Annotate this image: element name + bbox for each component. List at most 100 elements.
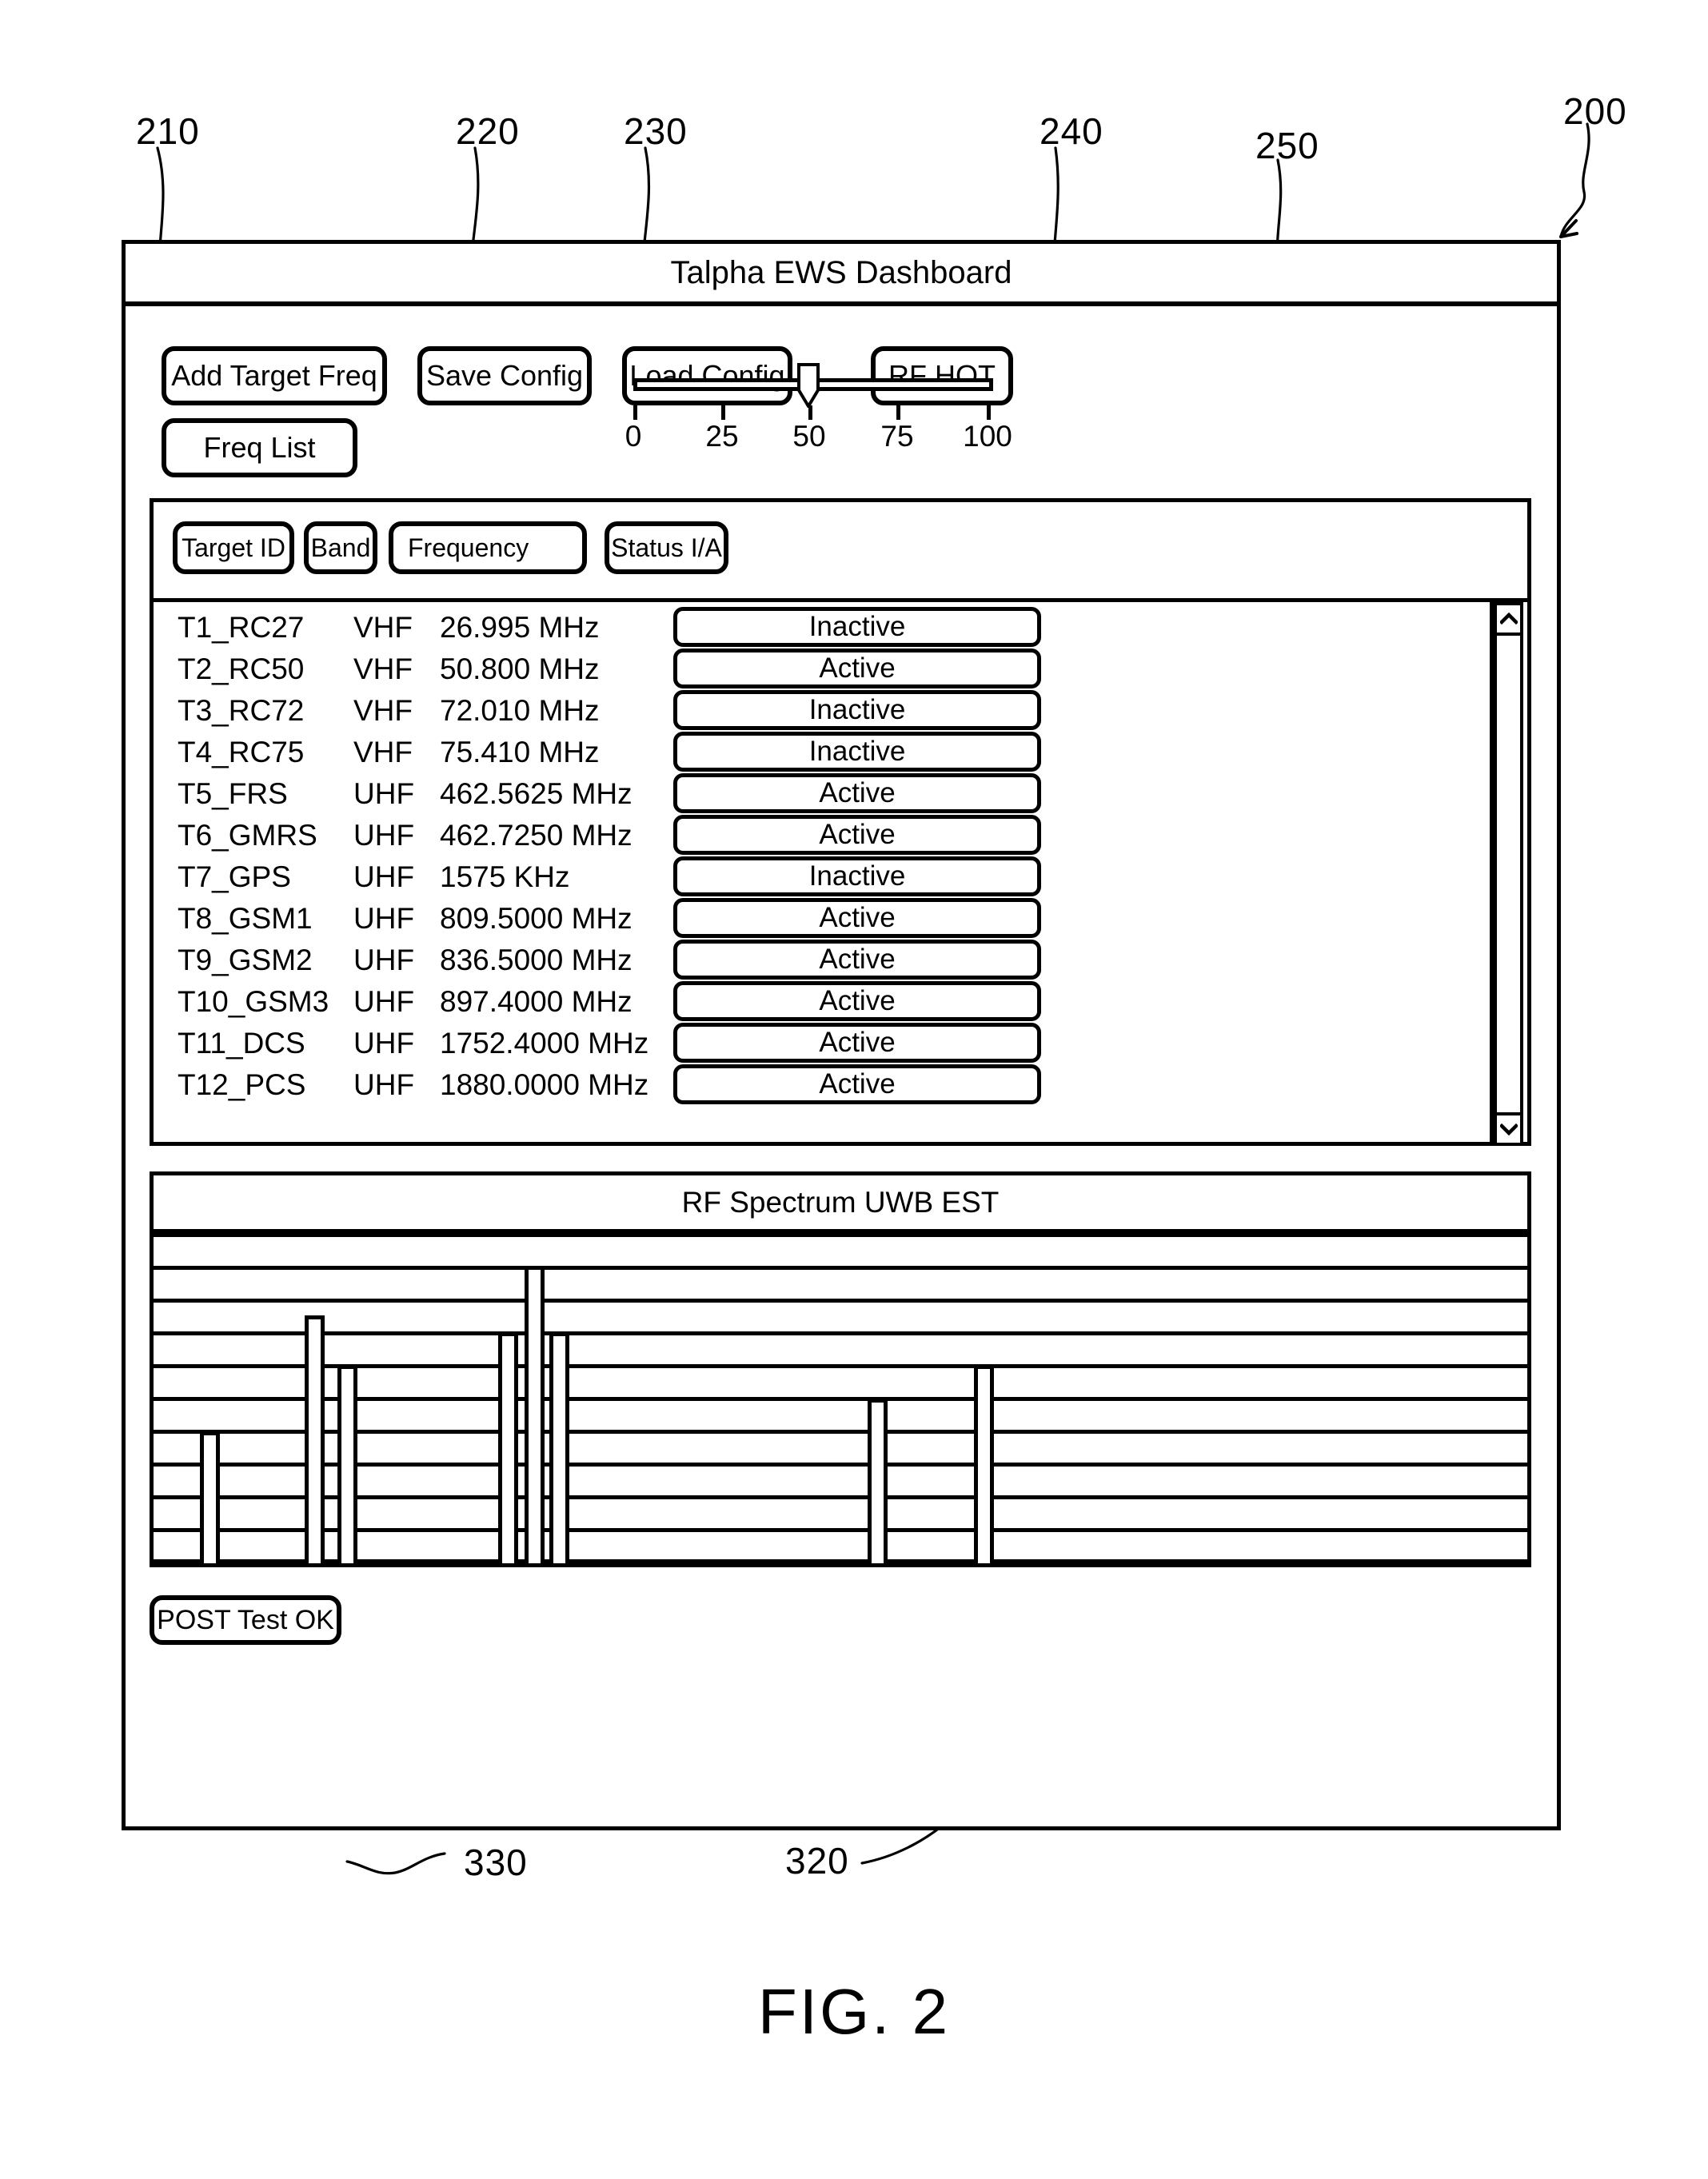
- status-toggle-button[interactable]: Inactive: [673, 690, 1041, 730]
- column-header-target-id[interactable]: Target ID: [173, 521, 294, 574]
- table-row[interactable]: T8_GSM1 UHF 809.5000 MHz Active: [154, 898, 1475, 938]
- table-row[interactable]: T7_GPS UHF 1575 KHz Inactive: [154, 856, 1475, 896]
- table-row[interactable]: T3_RC72 VHF 72.010 MHz Inactive: [154, 690, 1475, 730]
- save-config-button[interactable]: Save Config: [417, 346, 592, 405]
- gridline: [154, 1299, 1527, 1303]
- gridline: [154, 1364, 1527, 1368]
- slider-tick-labels: 0 25 50 75 100: [609, 420, 1017, 455]
- rf-power-slider[interactable]: 0 25 50 75 100: [625, 356, 1012, 453]
- spectrum-bar: [200, 1431, 221, 1563]
- cell-target-id: T9_GSM2: [178, 943, 313, 976]
- spectrum-bar: [337, 1365, 358, 1563]
- cell-target-id: T10_GSM3: [178, 984, 329, 1018]
- spectrum-bar: [549, 1331, 569, 1563]
- cell-band: UHF: [353, 818, 415, 852]
- status-toggle-button[interactable]: Inactive: [673, 732, 1041, 772]
- cell-frequency: 72.010 MHz: [440, 693, 600, 727]
- callout-330: 330: [464, 1842, 528, 1883]
- column-header-frequency[interactable]: Frequency: [389, 521, 587, 574]
- slider-tick-label-75: 75: [880, 420, 914, 453]
- callout-220: 220: [456, 110, 520, 152]
- spectrum-bar: [498, 1331, 519, 1563]
- table-row[interactable]: T10_GSM3 UHF 897.4000 MHz Active: [154, 981, 1475, 1021]
- gridline: [154, 1528, 1527, 1532]
- gridline: [154, 1397, 1527, 1401]
- table-rows-region: T1_RC27 VHF 26.995 MHz Inactive T2_RC50 …: [154, 602, 1527, 1146]
- callout-250: 250: [1255, 125, 1319, 166]
- cell-target-id: T7_GPS: [178, 860, 291, 893]
- slider-thumb[interactable]: [797, 363, 820, 408]
- cell-band: UHF: [353, 943, 415, 976]
- cell-frequency: 462.5625 MHz: [440, 776, 633, 810]
- cell-frequency: 1575 KHz: [440, 860, 570, 893]
- table-row[interactable]: T4_RC75 VHF 75.410 MHz Inactive: [154, 732, 1475, 772]
- vertical-scrollbar[interactable]: [1490, 602, 1523, 1146]
- app-window: Talpha EWS Dashboard Add Target Freq Sav…: [122, 240, 1561, 1830]
- table-row[interactable]: T6_GMRS UHF 462.7250 MHz Active: [154, 815, 1475, 855]
- cell-band: UHF: [353, 1026, 415, 1060]
- spectrum-plot: [154, 1233, 1527, 1563]
- add-target-freq-button[interactable]: Add Target Freq: [162, 346, 387, 405]
- cell-frequency: 462.7250 MHz: [440, 818, 633, 852]
- status-toggle-button[interactable]: Active: [673, 1064, 1041, 1104]
- freq-list-button[interactable]: Freq List: [162, 418, 357, 477]
- table-row[interactable]: T2_RC50 VHF 50.800 MHz Active: [154, 649, 1475, 688]
- cell-target-id: T3_RC72: [178, 693, 305, 727]
- cell-band: UHF: [353, 860, 415, 893]
- slider-tick-label-25: 25: [705, 420, 739, 453]
- status-toggle-button[interactable]: Active: [673, 773, 1041, 813]
- scroll-down-button[interactable]: [1494, 1112, 1523, 1146]
- scroll-up-button[interactable]: [1494, 602, 1523, 636]
- spectrum-bar: [524, 1266, 545, 1563]
- spectrum-bar: [868, 1398, 888, 1563]
- gridline: [154, 1331, 1527, 1335]
- status-toggle-button[interactable]: Active: [673, 940, 1041, 980]
- cell-frequency: 26.995 MHz: [440, 610, 600, 644]
- cell-target-id: T8_GSM1: [178, 901, 313, 935]
- status-toggle-button[interactable]: Active: [673, 981, 1041, 1021]
- gridline: [154, 1463, 1527, 1467]
- table-row[interactable]: T11_DCS UHF 1752.4000 MHz Active: [154, 1023, 1475, 1063]
- callout-230: 230: [624, 110, 688, 152]
- gridline: [154, 1430, 1527, 1434]
- cell-target-id: T2_RC50: [178, 652, 305, 685]
- cell-band: VHF: [353, 652, 413, 685]
- cell-frequency: 836.5000 MHz: [440, 943, 633, 976]
- column-header-status[interactable]: Status I/A: [605, 521, 728, 574]
- cell-frequency: 809.5000 MHz: [440, 901, 633, 935]
- cell-frequency: 75.410 MHz: [440, 735, 600, 768]
- cell-frequency: 897.4000 MHz: [440, 984, 633, 1018]
- callout-210: 210: [136, 110, 200, 152]
- cell-frequency: 1880.0000 MHz: [440, 1068, 649, 1101]
- post-test-status-button[interactable]: POST Test OK: [150, 1595, 341, 1645]
- target-list-panel: Target ID Band Frequency Status I/A T1_R…: [150, 498, 1531, 1146]
- status-toggle-button[interactable]: Inactive: [673, 856, 1041, 896]
- cell-band: UHF: [353, 984, 415, 1018]
- cell-band: UHF: [353, 901, 415, 935]
- status-toggle-button[interactable]: Active: [673, 815, 1041, 855]
- slider-tick-label-0: 0: [625, 420, 642, 453]
- table-row[interactable]: T1_RC27 VHF 26.995 MHz Inactive: [154, 607, 1475, 647]
- table-row[interactable]: T5_FRS UHF 462.5625 MHz Active: [154, 773, 1475, 813]
- rf-spectrum-panel: RF Spectrum UWB EST: [150, 1171, 1531, 1567]
- cell-band: UHF: [353, 1068, 415, 1101]
- status-toggle-button[interactable]: Active: [673, 649, 1041, 688]
- slider-tick-label-50: 50: [792, 420, 826, 453]
- status-toggle-button[interactable]: Inactive: [673, 607, 1041, 647]
- cell-target-id: T5_FRS: [178, 776, 288, 810]
- page-title: Talpha EWS Dashboard: [670, 254, 1012, 290]
- cell-target-id: T12_PCS: [178, 1068, 306, 1101]
- table-row[interactable]: T12_PCS UHF 1880.0000 MHz Active: [154, 1064, 1475, 1104]
- table-row[interactable]: T9_GSM2 UHF 836.5000 MHz Active: [154, 940, 1475, 980]
- scrollbar-track[interactable]: [1494, 636, 1523, 1112]
- slider-tick-marks: [633, 405, 993, 420]
- status-toggle-button[interactable]: Active: [673, 1023, 1041, 1063]
- figure-caption: FIG. 2: [757, 1976, 951, 2047]
- cell-target-id: T11_DCS: [178, 1026, 305, 1060]
- column-header-band[interactable]: Band: [304, 521, 377, 574]
- cell-target-id: T6_GMRS: [178, 818, 317, 852]
- spectrum-bar: [304, 1315, 325, 1563]
- spectrum-title: RF Spectrum UWB EST: [154, 1175, 1527, 1233]
- cell-target-id: T1_RC27: [178, 610, 305, 644]
- status-toggle-button[interactable]: Active: [673, 898, 1041, 938]
